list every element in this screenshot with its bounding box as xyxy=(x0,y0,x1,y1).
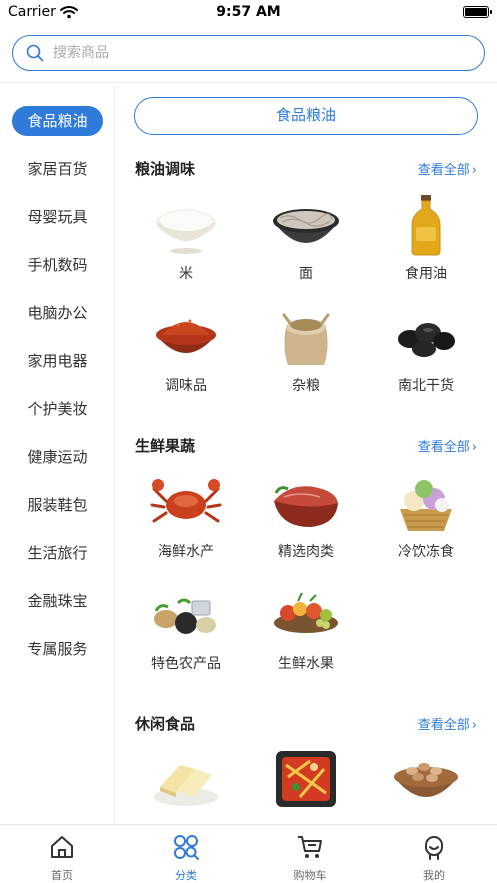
battery-icon xyxy=(463,6,492,18)
sidebar-item-travel[interactable]: 生活旅行 xyxy=(12,538,103,568)
fruit-bowl-icon xyxy=(270,583,342,647)
meat-icon xyxy=(270,471,342,535)
category-item-frozen[interactable]: 冷饮冻食 xyxy=(376,471,476,561)
category-item-farm-produce[interactable]: 特色农产品 xyxy=(136,583,236,673)
cart-icon xyxy=(296,836,324,865)
category-item-label: 食用油 xyxy=(405,266,447,282)
sidebar-item-health[interactable]: 健康运动 xyxy=(12,442,103,472)
category-item-rice[interactable]: 米 xyxy=(136,193,236,283)
sidebar-item-apparel[interactable]: 服装鞋包 xyxy=(12,490,103,520)
sidebar-item-home-goods[interactable]: 家居百货 xyxy=(12,154,103,184)
tab-home[interactable]: 首页 xyxy=(22,833,102,883)
tab-label: 购物车 xyxy=(293,869,327,882)
spice-bowl-icon xyxy=(150,305,222,369)
category-item-label: 精选肉类 xyxy=(278,544,334,560)
ice-cream-icon xyxy=(390,471,462,535)
tab-profile[interactable]: 我的 xyxy=(394,833,474,883)
sidebar-item-finance[interactable]: 金融珠宝 xyxy=(12,586,103,616)
produce-icon xyxy=(150,583,222,647)
category-sidebar: 食品粮油 家居百货 母婴玩具 手机数码 电脑办公 家用电器 个护美妆 健康运动 … xyxy=(0,83,115,824)
section-title: 粮油调味 xyxy=(135,160,196,178)
search-bar[interactable] xyxy=(12,35,485,71)
category-item-fruit[interactable]: 生鲜水果 xyxy=(256,583,356,673)
view-all-link[interactable]: 查看全部 › xyxy=(418,436,477,455)
clock: 9:57 AM xyxy=(216,4,281,20)
sidebar-item-services[interactable]: 专属服务 xyxy=(12,634,103,664)
category-item-snack-1[interactable] xyxy=(136,747,236,817)
chevron-right-icon: › xyxy=(471,440,477,455)
rice-bowl-icon xyxy=(150,193,222,257)
category-item-dried-goods[interactable]: 南北干货 xyxy=(376,305,476,395)
chevron-right-icon: › xyxy=(471,163,477,178)
view-all-link[interactable]: 查看全部 › xyxy=(418,159,477,178)
tab-label: 我的 xyxy=(423,869,445,882)
sidebar-item-appliances[interactable]: 家用电器 xyxy=(12,346,103,376)
sidebar-item-phones[interactable]: 手机数码 xyxy=(12,250,103,280)
tab-cart[interactable]: 购物车 xyxy=(270,833,350,883)
view-all-label: 查看全部 xyxy=(417,718,470,733)
tab-category[interactable]: 分类 xyxy=(146,833,226,883)
view-all-label: 查看全部 xyxy=(417,440,470,455)
sidebar-item-baby-toys[interactable]: 母婴玩具 xyxy=(12,202,103,232)
category-item-label: 南北干货 xyxy=(398,378,454,394)
category-item-label: 特色农产品 xyxy=(151,656,221,672)
category-item-label: 海鲜水产 xyxy=(158,544,214,560)
tab-label: 首页 xyxy=(51,869,73,882)
view-all-label: 查看全部 xyxy=(417,163,470,178)
tab-label: 分类 xyxy=(175,869,197,882)
category-item-label: 面 xyxy=(299,266,313,282)
view-all-link[interactable]: 查看全部 › xyxy=(418,714,477,733)
oil-bottle-icon xyxy=(390,193,462,257)
category-item-grains[interactable]: 杂粮 xyxy=(256,305,356,395)
nuts-bowl-icon xyxy=(390,747,462,811)
search-icon xyxy=(26,44,44,66)
search-input[interactable] xyxy=(53,42,463,64)
grain-sack-icon xyxy=(270,305,342,369)
section-title: 休闲食品 xyxy=(135,715,196,733)
chevron-right-icon: › xyxy=(471,718,477,733)
crab-icon xyxy=(150,471,222,535)
category-item-label: 调味品 xyxy=(165,378,207,394)
category-item-label: 生鲜水果 xyxy=(278,656,334,672)
category-item-meat[interactable]: 精选肉类 xyxy=(256,471,356,561)
dried-food-icon xyxy=(390,305,462,369)
category-item-snack-3[interactable] xyxy=(376,747,476,817)
hotpot-box-icon xyxy=(270,747,342,811)
category-item-noodles[interactable]: 面 xyxy=(256,193,356,283)
cheese-icon xyxy=(150,747,222,811)
category-item-cooking-oil[interactable]: 食用油 xyxy=(376,193,476,283)
sidebar-item-computers[interactable]: 电脑办公 xyxy=(12,298,103,328)
category-item-seasoning[interactable]: 调味品 xyxy=(136,305,236,395)
category-item-seafood[interactable]: 海鲜水产 xyxy=(136,471,236,561)
status-bar: Carrier 9:57 AM xyxy=(0,0,497,26)
home-icon xyxy=(48,836,76,865)
category-item-label: 米 xyxy=(179,266,193,282)
sidebar-item-food[interactable]: 食品粮油 xyxy=(12,106,103,136)
category-icon xyxy=(172,835,200,865)
category-content: 食品粮油 粮油调味 查看全部 › 米 面 食用油 调味品 杂粮 南北干货 生鲜果… xyxy=(116,83,497,824)
category-item-label: 杂粮 xyxy=(292,378,320,394)
section-title: 生鲜果蔬 xyxy=(135,437,196,455)
noodle-bowl-icon xyxy=(270,193,342,257)
category-banner-button[interactable]: 食品粮油 xyxy=(134,97,478,135)
sidebar-item-beauty[interactable]: 个护美妆 xyxy=(12,394,103,424)
profile-icon xyxy=(420,836,448,865)
category-item-label: 冷饮冻食 xyxy=(398,544,454,560)
bottom-tab-bar: 首页 分类 购物车 我的 xyxy=(0,824,497,883)
category-item-snack-2[interactable] xyxy=(256,747,356,817)
